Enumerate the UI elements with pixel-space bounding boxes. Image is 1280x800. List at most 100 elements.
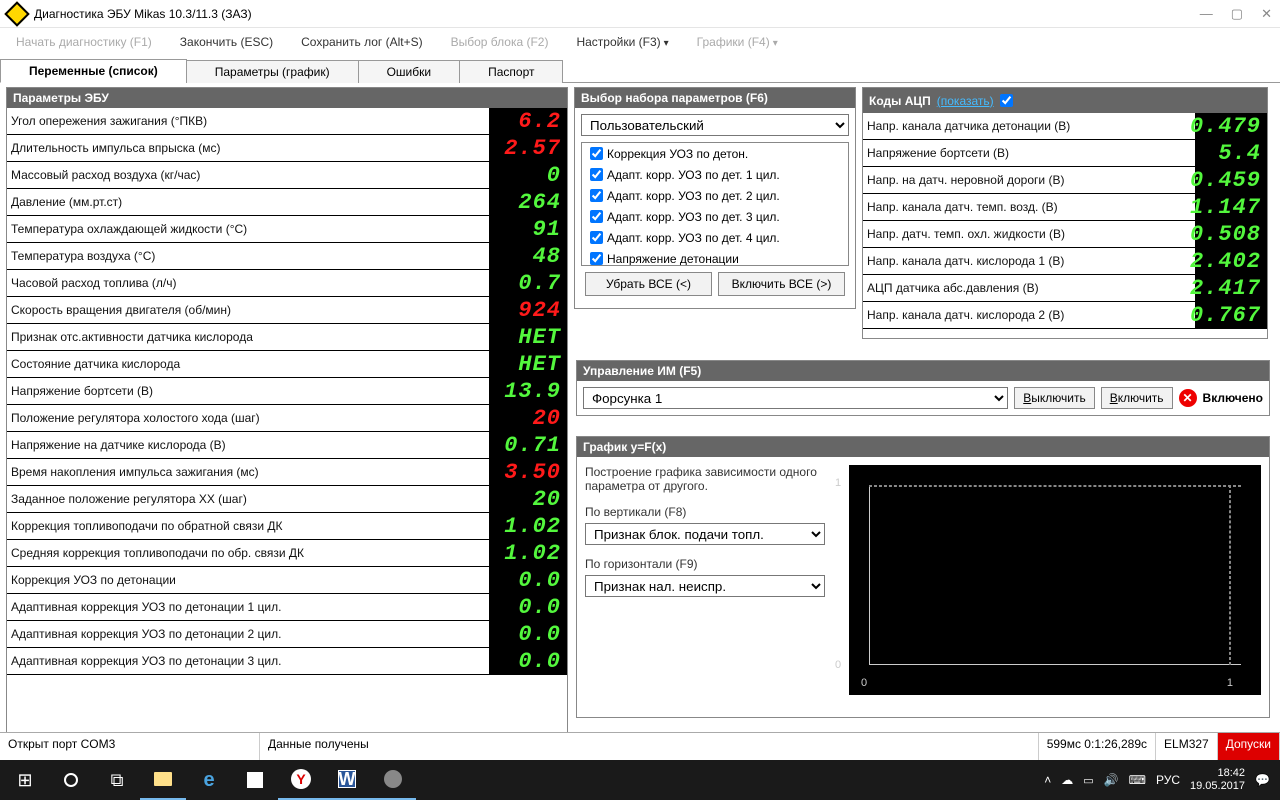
param-row[interactable]: Заданное положение регулятора ХХ (шаг)20 bbox=[7, 486, 567, 513]
adc-value: 2.417 bbox=[1195, 275, 1267, 301]
tray-language[interactable]: РУС bbox=[1156, 773, 1180, 787]
ecu-params-list[interactable]: Угол опережения зажигания (°ПКВ)6.2Длите… bbox=[7, 108, 567, 740]
menu-save-log[interactable]: Сохранить лог (Alt+S) bbox=[301, 35, 423, 49]
tab-passport[interactable]: Паспорт bbox=[459, 60, 563, 83]
param-row[interactable]: Напряжение на датчике кислорода (В)0.71 bbox=[7, 432, 567, 459]
param-label: Температура охлаждающей жидкости (°С) bbox=[7, 222, 489, 236]
param-label: Коррекция УОЗ по детонации bbox=[7, 573, 489, 587]
adc-show-link[interactable]: (показать) bbox=[937, 94, 994, 108]
graph-vert-select[interactable]: Признак блок. подачи топл. bbox=[585, 523, 825, 545]
im-select[interactable]: Форсунка 1 bbox=[583, 387, 1008, 409]
im-stop-icon[interactable]: ✕ bbox=[1179, 389, 1197, 407]
adc-list[interactable]: Напр. канала датчика детонации (В)0.479Н… bbox=[863, 113, 1267, 338]
tray-notifications-icon[interactable]: 💬 bbox=[1255, 773, 1270, 787]
adc-row[interactable]: АЦП датчика абс.давления (В)2.417 bbox=[863, 275, 1267, 302]
param-value: 1.02 bbox=[489, 540, 567, 566]
param-row[interactable]: Признак отс.активности датчика кислорода… bbox=[7, 324, 567, 351]
param-value: 20 bbox=[489, 405, 567, 431]
param-row[interactable]: Состояние датчика кислородаНЕТ bbox=[7, 351, 567, 378]
param-row[interactable]: Коррекция топливоподачи по обратной связ… bbox=[7, 513, 567, 540]
tray-keyboard-icon[interactable]: ⌨ bbox=[1129, 773, 1146, 787]
param-row[interactable]: Давление (мм.рт.ст)264 bbox=[7, 189, 567, 216]
checklist-checkbox[interactable] bbox=[590, 168, 603, 181]
paramset-select[interactable]: Пользовательский bbox=[581, 114, 849, 136]
tray-chevron-icon[interactable]: ˄ bbox=[1044, 773, 1051, 787]
checklist-checkbox[interactable] bbox=[590, 147, 603, 160]
start-button[interactable]: ⊞ bbox=[2, 760, 48, 800]
menu-settings[interactable]: Настройки (F3) bbox=[576, 35, 668, 49]
explorer-icon[interactable] bbox=[140, 760, 186, 800]
param-row[interactable]: Угол опережения зажигания (°ПКВ)6.2 bbox=[7, 108, 567, 135]
menu-select-block: Выбор блока (F2) bbox=[451, 35, 549, 49]
im-panel: Управление ИМ (F5) Форсунка 1 Выключить … bbox=[576, 360, 1270, 416]
cortana-icon[interactable] bbox=[48, 760, 94, 800]
param-label: Напряжение бортсети (В) bbox=[7, 384, 489, 398]
param-row[interactable]: Длительность импульса впрыска (мс)2.57 bbox=[7, 135, 567, 162]
status-dopuski[interactable]: Допуски bbox=[1218, 733, 1280, 760]
checklist-checkbox[interactable] bbox=[590, 231, 603, 244]
im-on-button[interactable]: Включить bbox=[1101, 387, 1173, 409]
checklist-checkbox[interactable] bbox=[590, 252, 603, 265]
maximize-button[interactable]: ▢ bbox=[1231, 6, 1243, 22]
window-title: Диагностика ЭБУ Mikas 10.3/11.3 (ЗАЗ) bbox=[34, 7, 1200, 21]
param-label: Часовой расход топлива (л/ч) bbox=[7, 276, 489, 290]
taskview-icon[interactable]: ⧉ bbox=[94, 760, 140, 800]
checklist-item[interactable]: Адапт. корр. УОЗ по дет. 4 цил. bbox=[582, 227, 848, 248]
checklist-item[interactable]: Напряжение детонации bbox=[582, 248, 848, 266]
param-row[interactable]: Время накопления импульса зажигания (мс)… bbox=[7, 459, 567, 486]
close-button[interactable]: ✕ bbox=[1261, 6, 1272, 22]
param-row[interactable]: Адаптивная коррекция УОЗ по детонации 2 … bbox=[7, 621, 567, 648]
include-all-button[interactable]: Включить ВСЕ (>) bbox=[718, 272, 845, 296]
tray-network-icon[interactable]: ▭ bbox=[1083, 774, 1093, 787]
adc-row[interactable]: Напр. канала датчика детонации (В)0.479 bbox=[863, 113, 1267, 140]
store-icon[interactable] bbox=[232, 760, 278, 800]
param-row[interactable]: Адаптивная коррекция УОЗ по детонации 1 … bbox=[7, 594, 567, 621]
checklist-item[interactable]: Коррекция УОЗ по детон. bbox=[582, 143, 848, 164]
param-row[interactable]: Средняя коррекция топливоподачи по обр. … bbox=[7, 540, 567, 567]
param-label: Время накопления импульса зажигания (мс) bbox=[7, 465, 489, 479]
tab-errors[interactable]: Ошибки bbox=[358, 60, 461, 83]
adc-show-checkbox[interactable] bbox=[1000, 94, 1013, 107]
minimize-button[interactable]: — bbox=[1200, 6, 1213, 22]
checklist-item[interactable]: Адапт. корр. УОЗ по дет. 3 цил. bbox=[582, 206, 848, 227]
adc-row[interactable]: Напр. датч. темп. охл. жидкости (В)0.508 bbox=[863, 221, 1267, 248]
tab-parameters[interactable]: Параметры (график) bbox=[186, 60, 359, 83]
param-value: НЕТ bbox=[489, 351, 567, 377]
param-row[interactable]: Напряжение бортсети (В)13.9 bbox=[7, 378, 567, 405]
paramset-checklist[interactable]: Коррекция УОЗ по детон.Адапт. корр. УОЗ … bbox=[581, 142, 849, 266]
checklist-checkbox[interactable] bbox=[590, 210, 603, 223]
app-taskbar-icon[interactable] bbox=[370, 760, 416, 800]
yandex-icon[interactable]: Y bbox=[278, 760, 324, 800]
adc-row[interactable]: Напр. на датч. неровной дороги (В)0.459 bbox=[863, 167, 1267, 194]
menu-finish[interactable]: Закончить (ESC) bbox=[180, 35, 273, 49]
adc-row[interactable]: Напр. канала датч. кислорода 1 (В)2.402 bbox=[863, 248, 1267, 275]
adc-label: Напр. датч. темп. охл. жидкости (В) bbox=[863, 227, 1195, 241]
param-row[interactable]: Часовой расход топлива (л/ч)0.7 bbox=[7, 270, 567, 297]
remove-all-button[interactable]: Убрать ВСЕ (<) bbox=[585, 272, 712, 296]
tab-variables[interactable]: Переменные (список) bbox=[0, 59, 187, 83]
param-value: 0.0 bbox=[489, 594, 567, 620]
adc-row[interactable]: Напряжение бортсети (В)5.4 bbox=[863, 140, 1267, 167]
adc-row[interactable]: Напр. канала датч. кислорода 2 (В)0.767 bbox=[863, 302, 1267, 329]
checklist-item[interactable]: Адапт. корр. УОЗ по дет. 1 цил. bbox=[582, 164, 848, 185]
param-value: 2.57 bbox=[489, 135, 567, 161]
checklist-item[interactable]: Адапт. корр. УОЗ по дет. 2 цил. bbox=[582, 185, 848, 206]
tray-onedrive-icon[interactable]: ☁ bbox=[1061, 773, 1073, 787]
param-row[interactable]: Положение регулятора холостого хода (шаг… bbox=[7, 405, 567, 432]
param-row[interactable]: Скорость вращения двигателя (об/мин)924 bbox=[7, 297, 567, 324]
checklist-checkbox[interactable] bbox=[590, 189, 603, 202]
param-value: 3.50 bbox=[489, 459, 567, 485]
param-label: Адаптивная коррекция УОЗ по детонации 2 … bbox=[7, 627, 489, 641]
param-row[interactable]: Массовый расход воздуха (кг/час)0 bbox=[7, 162, 567, 189]
tray-clock[interactable]: 18:42 19.05.2017 bbox=[1190, 767, 1245, 793]
graph-horiz-select[interactable]: Признак нал. неиспр. bbox=[585, 575, 825, 597]
adc-row[interactable]: Напр. канала датч. темп. возд. (В)1.147 bbox=[863, 194, 1267, 221]
im-off-button[interactable]: Выключить bbox=[1014, 387, 1094, 409]
param-row[interactable]: Температура воздуха (°С)48 bbox=[7, 243, 567, 270]
tray-volume-icon[interactable]: 🔊 bbox=[1104, 773, 1119, 787]
word-icon[interactable]: W bbox=[324, 760, 370, 800]
edge-icon[interactable]: e bbox=[186, 760, 232, 800]
param-row[interactable]: Температура охлаждающей жидкости (°С)91 bbox=[7, 216, 567, 243]
param-row[interactable]: Коррекция УОЗ по детонации0.0 bbox=[7, 567, 567, 594]
param-row[interactable]: Адаптивная коррекция УОЗ по детонации 3 … bbox=[7, 648, 567, 675]
